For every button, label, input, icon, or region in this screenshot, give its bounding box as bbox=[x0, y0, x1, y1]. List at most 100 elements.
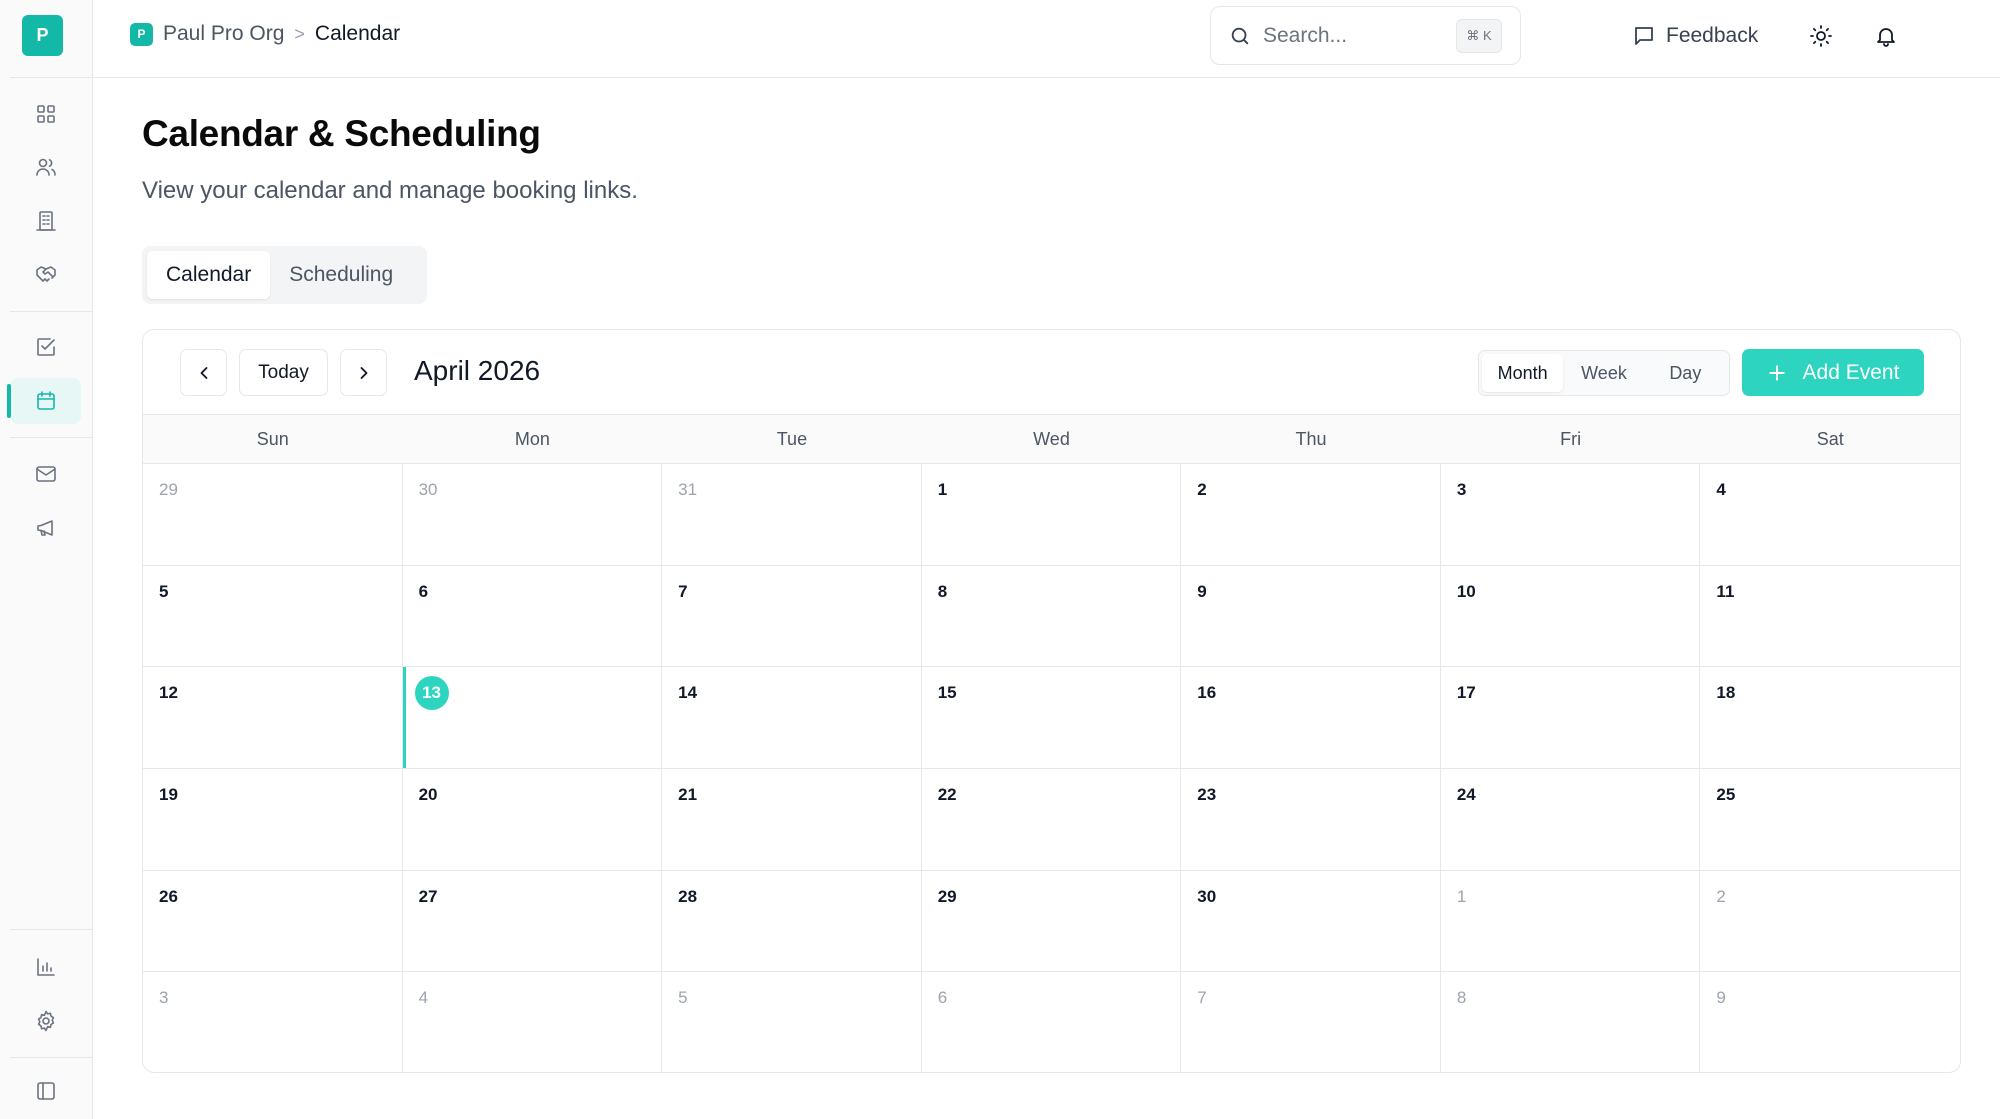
day-cell[interactable]: 5 bbox=[662, 972, 922, 1072]
checkbox-icon bbox=[36, 338, 55, 356]
megaphone-icon bbox=[36, 520, 53, 536]
weekday-label: Mon bbox=[514, 428, 550, 449]
tab-calendar[interactable]: Calendar bbox=[147, 251, 271, 299]
top-bar: P Paul Pro Org > Calendar ⌘ K Feedback P… bbox=[93, 0, 2000, 78]
app-logo[interactable]: P bbox=[22, 15, 63, 56]
calendar-icon bbox=[36, 391, 55, 410]
day-number: 30 bbox=[418, 480, 438, 499]
day-cell[interactable]: 5 bbox=[143, 565, 403, 668]
day-cell[interactable]: 18 bbox=[1700, 667, 1960, 769]
breadcrumb-current: Calendar bbox=[314, 22, 401, 45]
day-cell[interactable]: 10 bbox=[1440, 565, 1701, 668]
day-cell[interactable]: 8 bbox=[1441, 972, 1701, 1072]
sidebar-item-dashboard[interactable] bbox=[10, 91, 81, 137]
month-label: April 2026 bbox=[414, 355, 541, 386]
day-cell[interactable]: 26 bbox=[143, 870, 403, 973]
day-cell[interactable]: 9 bbox=[1181, 565, 1441, 668]
day-cell[interactable]: 12 bbox=[143, 667, 403, 769]
sidebar-item-calendar[interactable] bbox=[7, 378, 81, 424]
weekday-label: Thu bbox=[1295, 428, 1327, 449]
view-day-button[interactable]: Day bbox=[1645, 354, 1726, 392]
mail-icon bbox=[35, 466, 56, 482]
day-cell[interactable]: 2 bbox=[1181, 464, 1441, 566]
day-cell[interactable]: 24 bbox=[1440, 768, 1701, 871]
day-cell[interactable]: 20 bbox=[402, 768, 663, 871]
day-cell[interactable]: 6 bbox=[922, 972, 1182, 1072]
add-event-button[interactable]: Add Event bbox=[1742, 349, 1924, 396]
users-icon bbox=[35, 158, 56, 176]
sidebar-item-campaigns[interactable] bbox=[10, 505, 81, 551]
sidebar-toggle-button[interactable] bbox=[10, 1068, 81, 1114]
search-icon bbox=[1231, 27, 1249, 44]
sidebar-item-contacts[interactable] bbox=[10, 144, 81, 190]
day-cell[interactable]: 21 bbox=[662, 768, 922, 871]
day-number: 20 bbox=[418, 784, 438, 804]
day-cell[interactable]: 17 bbox=[1440, 667, 1701, 769]
sidebar-item-companies[interactable] bbox=[10, 198, 81, 244]
sidebar-item-tasks[interactable] bbox=[10, 324, 81, 370]
day-cell[interactable]: 27 bbox=[402, 870, 663, 973]
day-number: 30 bbox=[1197, 886, 1217, 906]
next-month-button[interactable] bbox=[340, 349, 387, 396]
day-cell[interactable]: 7 bbox=[662, 565, 922, 668]
day-cell[interactable]: 22 bbox=[921, 768, 1182, 871]
day-cell[interactable]: 1 bbox=[921, 464, 1182, 566]
message-square-icon bbox=[1635, 27, 1653, 45]
day-number: 5 bbox=[159, 581, 169, 601]
theme-toggle-button[interactable] bbox=[1801, 16, 1841, 56]
search-input[interactable] bbox=[1263, 23, 1453, 48]
day-cell[interactable]: 28 bbox=[662, 870, 922, 973]
search-box[interactable]: ⌘ K bbox=[1210, 6, 1521, 65]
day-cell[interactable]: 2 bbox=[1700, 871, 1960, 973]
sidebar-item-deals[interactable] bbox=[10, 251, 81, 297]
day-cell[interactable]: 3 bbox=[143, 972, 403, 1072]
notifications-button[interactable] bbox=[1866, 16, 1906, 56]
day-number: 11 bbox=[1716, 581, 1735, 601]
day-cell[interactable]: 31 bbox=[662, 464, 922, 566]
day-cell[interactable]: 16 bbox=[1181, 667, 1441, 769]
feedback-button[interactable]: Feedback bbox=[1632, 18, 1758, 54]
day-cell[interactable]: 4 bbox=[1700, 464, 1960, 566]
day-number: 22 bbox=[937, 784, 957, 804]
day-cell[interactable]: 30 bbox=[402, 464, 663, 566]
day-cell[interactable]: 25 bbox=[1700, 769, 1960, 871]
day-cell[interactable]: 19 bbox=[143, 768, 403, 871]
day-number: 21 bbox=[678, 784, 698, 804]
previous-month-button[interactable] bbox=[180, 349, 227, 396]
sun-icon bbox=[1810, 25, 1832, 47]
gear-icon bbox=[37, 1010, 54, 1032]
sidebar-item-settings[interactable] bbox=[10, 998, 81, 1044]
day-cell[interactable]: 8 bbox=[921, 565, 1182, 668]
sidebar-item-email[interactable] bbox=[10, 451, 81, 497]
view-switcher: Month Week Day bbox=[1478, 350, 1730, 396]
day-cell[interactable]: 1 bbox=[1440, 870, 1701, 973]
today-button[interactable]: Today bbox=[239, 349, 328, 396]
day-number: 17 bbox=[1456, 683, 1476, 703]
day-number: 3 bbox=[1456, 480, 1467, 499]
day-cell[interactable]: 9 bbox=[1700, 972, 1960, 1072]
day-number: 31 bbox=[678, 480, 698, 499]
day-cell[interactable]: 15 bbox=[921, 667, 1182, 769]
day-number: 6 bbox=[937, 988, 948, 1008]
day-cell[interactable]: 23 bbox=[1181, 768, 1441, 871]
view-month-button[interactable]: Month bbox=[1482, 354, 1564, 392]
breadcrumb-org[interactable]: Paul Pro Org bbox=[163, 22, 284, 46]
day-cell[interactable]: 14 bbox=[662, 667, 922, 769]
day-cell[interactable]: 3 bbox=[1440, 464, 1701, 566]
day-cell[interactable]: 4 bbox=[403, 972, 663, 1072]
day-number: 6 bbox=[418, 581, 429, 601]
tab-scheduling[interactable]: Scheduling bbox=[270, 251, 412, 299]
day-cell[interactable]: 11 bbox=[1700, 566, 1960, 668]
day-cell[interactable]: 29 bbox=[143, 464, 403, 566]
day-number: 2 bbox=[1716, 886, 1726, 906]
view-week-button[interactable]: Week bbox=[1563, 354, 1644, 392]
day-cell-today[interactable]: 13 bbox=[402, 667, 663, 769]
day-cell[interactable]: 29 bbox=[921, 870, 1182, 973]
day-number: 13 bbox=[414, 676, 449, 711]
sidebar-item-reports[interactable] bbox=[10, 944, 81, 990]
page-title: Calendar & Scheduling bbox=[142, 113, 541, 154]
day-cell[interactable]: 7 bbox=[1181, 972, 1441, 1072]
day-number: 5 bbox=[678, 988, 688, 1008]
day-cell[interactable]: 6 bbox=[402, 565, 663, 668]
day-cell[interactable]: 30 bbox=[1181, 870, 1441, 973]
